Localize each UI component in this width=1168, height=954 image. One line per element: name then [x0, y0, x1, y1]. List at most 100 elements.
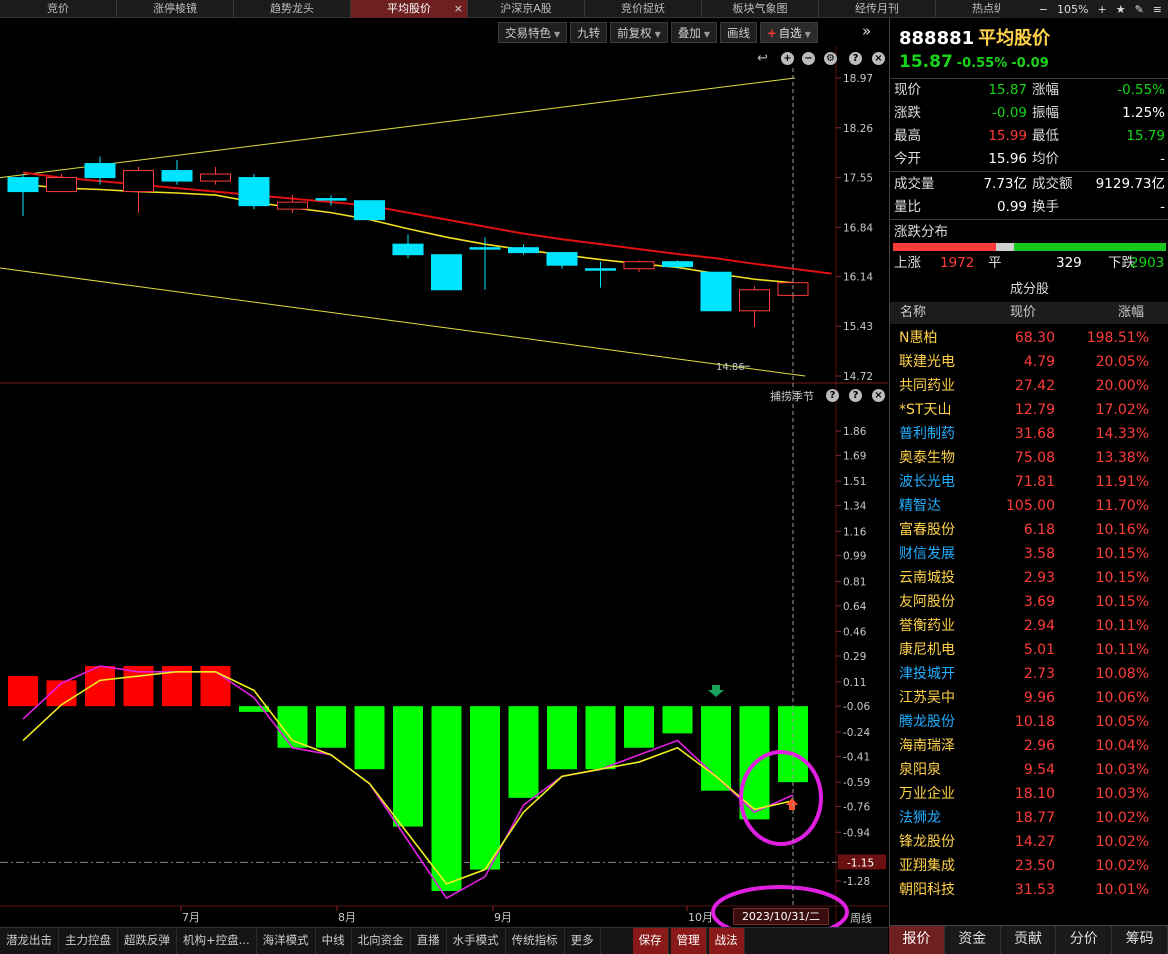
menu-icon[interactable]: ≡: [1153, 3, 1162, 16]
indicator-tab[interactable]: 潜龙出击: [0, 928, 59, 954]
candle-body[interactable]: [84, 163, 116, 179]
indicator-tab[interactable]: 主力控盘: [59, 928, 118, 954]
top-tab[interactable]: 沪深京A股: [468, 0, 585, 18]
help-icon[interactable]: ?: [826, 389, 839, 402]
component-row[interactable]: 波长光电 71.81 11.91%: [890, 470, 1168, 494]
indicator-tab[interactable]: 水手模式: [447, 928, 506, 954]
component-row[interactable]: 泉阳泉 9.54 10.03%: [890, 758, 1168, 782]
candle-body[interactable]: [585, 268, 616, 271]
component-row[interactable]: 联建光电 4.79 20.05%: [890, 350, 1168, 374]
component-row[interactable]: 康尼机电 5.01 10.11%: [890, 638, 1168, 662]
quote-tab[interactable]: 资金: [945, 926, 1001, 954]
col-name[interactable]: 名称: [900, 302, 926, 324]
col-pct[interactable]: 涨幅: [1118, 302, 1144, 324]
bottom-action-button[interactable]: 保存: [632, 928, 669, 954]
component-row[interactable]: 朝阳科技 31.53 10.01%: [890, 878, 1168, 902]
quote-label: 最高: [894, 128, 921, 144]
quote-tab[interactable]: 贡献: [1001, 926, 1057, 954]
candle-body[interactable]: [392, 243, 424, 256]
component-row[interactable]: 亚翔集成 23.50 10.02%: [890, 854, 1168, 878]
watchlist-dropdown[interactable]: + 自选 ▼: [759, 22, 818, 43]
close-tab-icon[interactable]: ×: [454, 0, 463, 17]
adjust-dropdown[interactable]: 前复权 ▼: [610, 22, 668, 43]
component-row[interactable]: 海南瑞泽 2.96 10.04%: [890, 734, 1168, 758]
component-row[interactable]: 普利制药 31.68 14.33%: [890, 422, 1168, 446]
component-row[interactable]: 锋龙股份 14.27 10.02%: [890, 830, 1168, 854]
expand-right-icon[interactable]: »: [862, 22, 871, 40]
quote-tab[interactable]: 筹码: [1112, 926, 1168, 954]
period-label[interactable]: 周线: [850, 910, 872, 926]
top-tab[interactable]: 板块气象图: [702, 0, 819, 18]
candle-body[interactable]: [469, 247, 501, 250]
back-arrow-icon[interactable]: ↩: [757, 51, 768, 66]
top-tab[interactable]: 趋势龙头: [234, 0, 351, 18]
top-tab[interactable]: 平均股价 ×: [351, 0, 468, 18]
candle-body[interactable]: [277, 201, 308, 210]
candle-body[interactable]: [546, 252, 578, 266]
close-icon[interactable]: ×: [872, 389, 885, 402]
quote-tab[interactable]: 报价: [889, 926, 945, 954]
indicator-tab[interactable]: 更多: [565, 928, 601, 954]
col-price[interactable]: 现价: [1010, 302, 1036, 324]
quote-tab[interactable]: 分价: [1056, 926, 1113, 954]
indicator-tab[interactable]: 传统指标: [506, 928, 565, 954]
candle-body[interactable]: [315, 198, 347, 201]
indicator-tab[interactable]: 北向资金: [352, 928, 411, 954]
candle-body[interactable]: [161, 170, 193, 182]
component-row[interactable]: 富春股份 6.18 10.16%: [890, 518, 1168, 542]
help-icon[interactable]: ?: [849, 52, 862, 65]
candle-body[interactable]: [200, 173, 231, 182]
component-row[interactable]: N惠柏 68.30 198.51%: [890, 326, 1168, 350]
component-row[interactable]: 津投城开 2.73 10.08%: [890, 662, 1168, 686]
candle-body[interactable]: [238, 177, 270, 207]
component-row[interactable]: 万业企业 18.10 10.03%: [890, 782, 1168, 806]
candle-body[interactable]: [700, 271, 732, 312]
zoom-out-icon[interactable]: −: [1039, 3, 1048, 16]
component-row[interactable]: 精智达 105.00 11.70%: [890, 494, 1168, 518]
star-icon[interactable]: ★: [1116, 3, 1126, 16]
minus-icon[interactable]: −: [802, 52, 815, 65]
candle-body[interactable]: [123, 170, 154, 193]
indicator-tab[interactable]: 机构+控盘...: [177, 928, 257, 954]
component-row[interactable]: 腾龙股份 10.18 10.05%: [890, 710, 1168, 734]
top-tab[interactable]: 经传月刊: [819, 0, 936, 18]
indicator-title[interactable]: 捕捞季节: [770, 388, 814, 404]
indicator-tab[interactable]: 直播: [411, 928, 447, 954]
indicator-tab[interactable]: 中线: [316, 928, 352, 954]
candle-body[interactable]: [508, 247, 539, 254]
help-icon[interactable]: ?: [849, 389, 862, 402]
component-row[interactable]: 法狮龙 18.77 10.02%: [890, 806, 1168, 830]
trade-feature-dropdown[interactable]: 交易特色 ▼: [498, 22, 568, 43]
add-icon[interactable]: +: [781, 52, 794, 65]
candle-body[interactable]: [623, 261, 655, 270]
component-row[interactable]: 江苏吴中 9.96 10.06%: [890, 686, 1168, 710]
overlay-dropdown[interactable]: 叠加 ▼: [670, 22, 717, 43]
zoom-in-icon[interactable]: +: [1097, 3, 1106, 16]
close-icon[interactable]: ×: [872, 52, 885, 65]
candle-body[interactable]: [431, 254, 462, 291]
bottom-action-button[interactable]: 管理: [670, 928, 707, 954]
component-row[interactable]: *ST天山 12.79 17.02%: [890, 398, 1168, 422]
component-row[interactable]: 云南城投 2.93 10.15%: [890, 566, 1168, 590]
nine-turn-button[interactable]: 九转: [570, 22, 608, 43]
component-row[interactable]: 誉衡药业 2.94 10.11%: [890, 614, 1168, 638]
component-row[interactable]: 友阿股份 3.69 10.15%: [890, 590, 1168, 614]
component-row[interactable]: 共同药业 27.42 20.00%: [890, 374, 1168, 398]
chart-area[interactable]: 18.97 18.26 17.55 16.84 16.14 15.43 14.72 14.86…: [0, 0, 888, 927]
indicator-tab[interactable]: 海洋模式: [257, 928, 316, 954]
top-tab[interactable]: 竞价: [0, 0, 117, 18]
candle-body[interactable]: [46, 177, 77, 193]
candle-body[interactable]: [739, 289, 770, 312]
candle-body[interactable]: [7, 177, 39, 193]
draw-line-button[interactable]: 画线: [719, 22, 757, 43]
top-tab[interactable]: 竞价捉妖: [585, 0, 702, 18]
component-row[interactable]: 奥泰生物 75.08 13.38%: [890, 446, 1168, 470]
component-row[interactable]: 财信发展 3.58 10.15%: [890, 542, 1168, 566]
candle-body[interactable]: [662, 261, 693, 268]
top-tab[interactable]: 涨停棱镜: [117, 0, 234, 18]
candle-body[interactable]: [354, 200, 385, 221]
indicator-tab[interactable]: 超跌反弹: [118, 928, 177, 954]
pen-icon[interactable]: ✎: [1135, 3, 1144, 16]
bottom-action-button[interactable]: 战法: [708, 928, 745, 954]
settings-icon[interactable]: ⚙: [824, 52, 837, 65]
